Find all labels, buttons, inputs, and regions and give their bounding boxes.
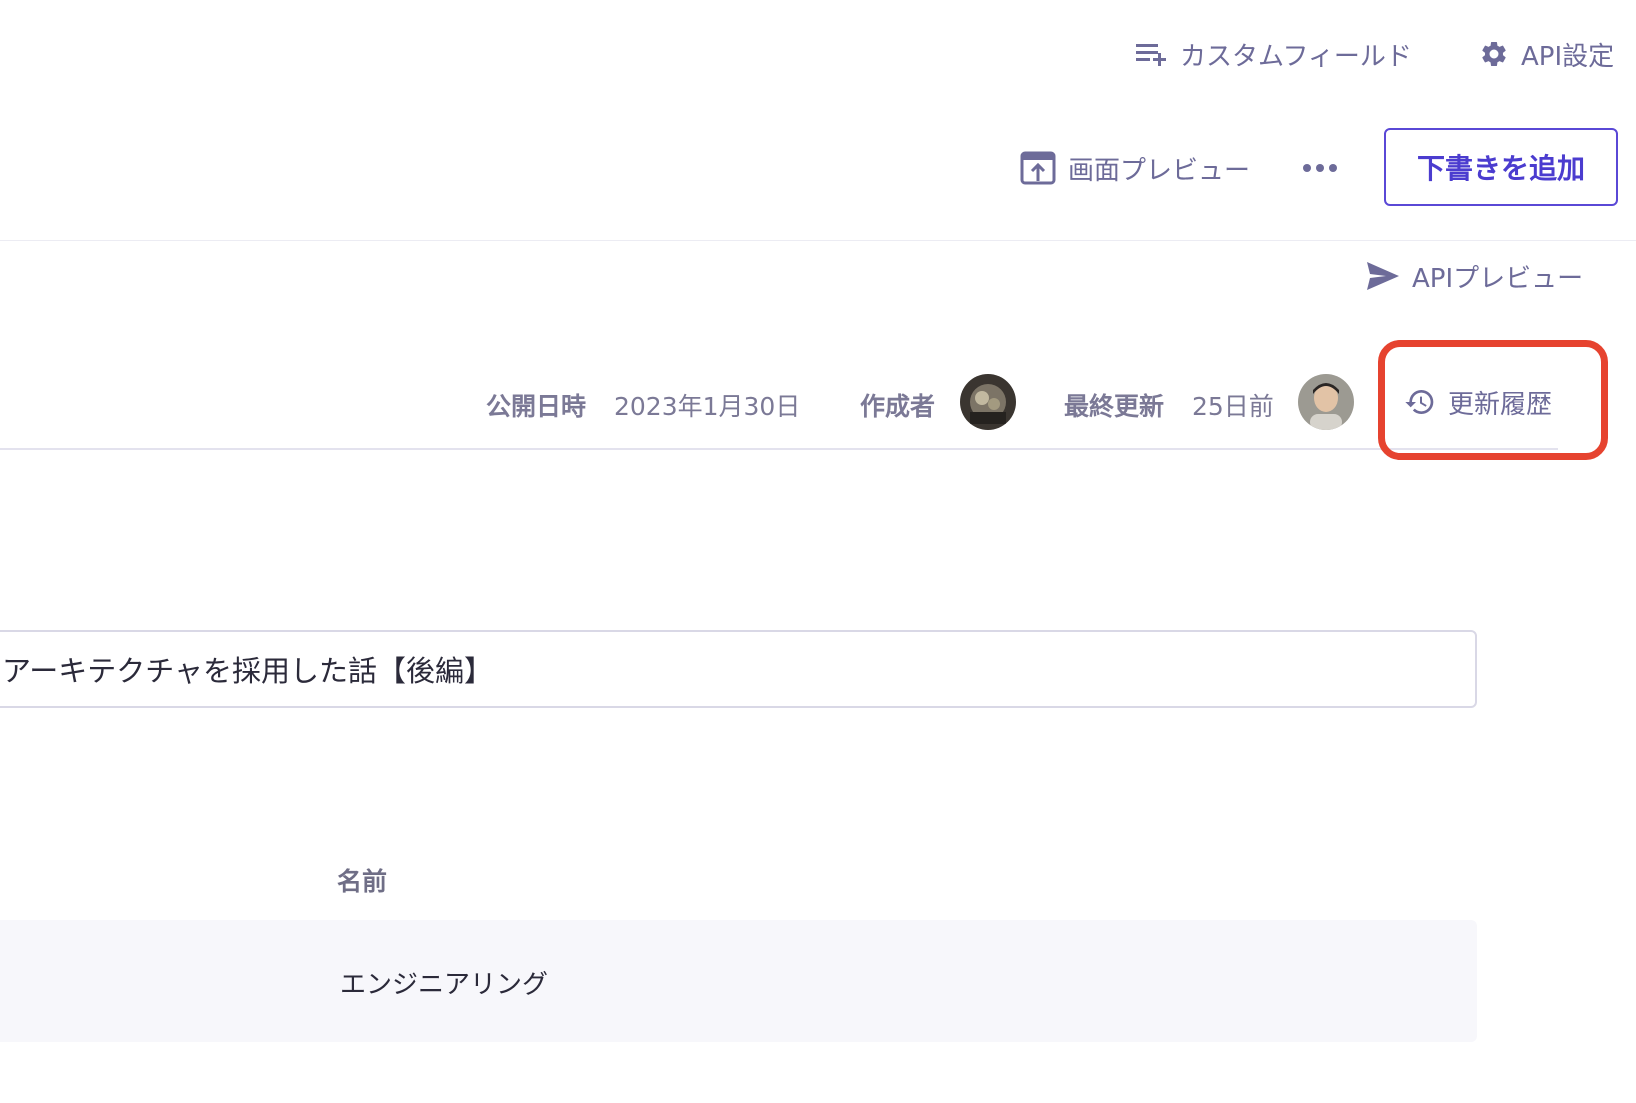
screen-preview-label: 画面プレビュー — [1068, 155, 1251, 186]
history-highlight-frame — [1378, 340, 1608, 460]
table-row[interactable] — [0, 920, 1477, 1042]
toolbar-divider — [0, 240, 1636, 241]
updated-label: 最終更新 — [1064, 392, 1165, 421]
api-preview-link[interactable]: APIプレビュー — [1366, 254, 1583, 298]
api-settings-label: API設定 — [1521, 41, 1615, 72]
more-options-button[interactable] — [1298, 146, 1342, 190]
more-horizontal-icon — [1303, 164, 1337, 172]
add-draft-button[interactable]: 下書きを追加 — [1384, 128, 1618, 206]
editor-avatar-image — [1298, 374, 1354, 430]
title-field[interactable]: アーキテクチャを採用した話【後編】 — [0, 630, 1477, 708]
published-label: 公開日時 — [486, 392, 587, 421]
api-preview-label: APIプレビュー — [1412, 263, 1584, 294]
preview-upload-icon — [1020, 151, 1056, 185]
screen-preview-link[interactable]: 画面プレビュー — [1020, 146, 1250, 190]
send-icon — [1367, 262, 1399, 290]
updated-value: 25日前 — [1192, 392, 1274, 421]
playlist-add-icon — [1136, 44, 1166, 66]
author-avatar[interactable] — [960, 374, 1016, 430]
table-cell-name: エンジニアリング — [340, 970, 549, 1000]
custom-field-label: カスタムフィールド — [1180, 41, 1412, 72]
author-label: 作成者 — [860, 392, 936, 421]
gear-icon — [1482, 41, 1506, 66]
author-avatar-image — [960, 374, 1016, 430]
api-settings-link[interactable]: API設定 — [1479, 32, 1614, 76]
meta-divider — [0, 448, 1558, 450]
published-value: 2023年1月30日 — [614, 392, 801, 421]
custom-field-link[interactable]: カスタムフィールド — [1136, 32, 1412, 76]
column-header-name: 名前 — [337, 867, 388, 896]
editor-avatar[interactable] — [1298, 374, 1354, 430]
title-value: アーキテクチャを採用した話【後編】 — [2, 654, 493, 688]
